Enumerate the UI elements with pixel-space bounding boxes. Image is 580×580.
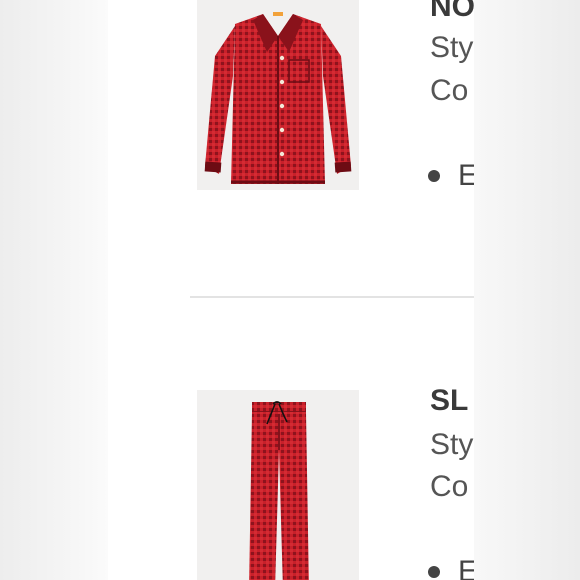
- product-bullet-1: E: [428, 161, 474, 191]
- product-list-panel: NO Sty Co E SL Sty Co E: [108, 0, 474, 580]
- left-background: [0, 0, 108, 580]
- product-color-line-1: Co: [430, 76, 468, 106]
- product-style-line-2: Sty: [430, 430, 473, 460]
- product-bullet-2: E: [428, 557, 474, 580]
- bullet-dot-icon: [428, 170, 440, 182]
- product-name[interactable]: SL: [430, 386, 468, 416]
- pajama-top-image[interactable]: [197, 0, 359, 190]
- color-label: Co: [430, 470, 469, 503]
- product-info-2: SL: [430, 386, 468, 416]
- product-style-line-1: Sty: [430, 33, 473, 63]
- pajama-pants-illustration: [197, 390, 359, 580]
- pajama-top-illustration: [197, 0, 359, 190]
- product-name[interactable]: NO: [430, 0, 474, 22]
- pajama-pants-image[interactable]: [197, 390, 359, 580]
- product-color-line-2: Co: [430, 472, 468, 502]
- bullet-dot-icon: [428, 566, 440, 578]
- style-label: Sty: [430, 31, 474, 64]
- product-info-1: NO: [430, 0, 474, 22]
- color-label: Co: [430, 74, 469, 107]
- bullet-text: E: [458, 159, 474, 192]
- style-label: Sty: [430, 428, 474, 461]
- product-divider: [190, 296, 474, 298]
- right-background: [474, 0, 580, 580]
- bullet-text: E: [458, 555, 474, 580]
